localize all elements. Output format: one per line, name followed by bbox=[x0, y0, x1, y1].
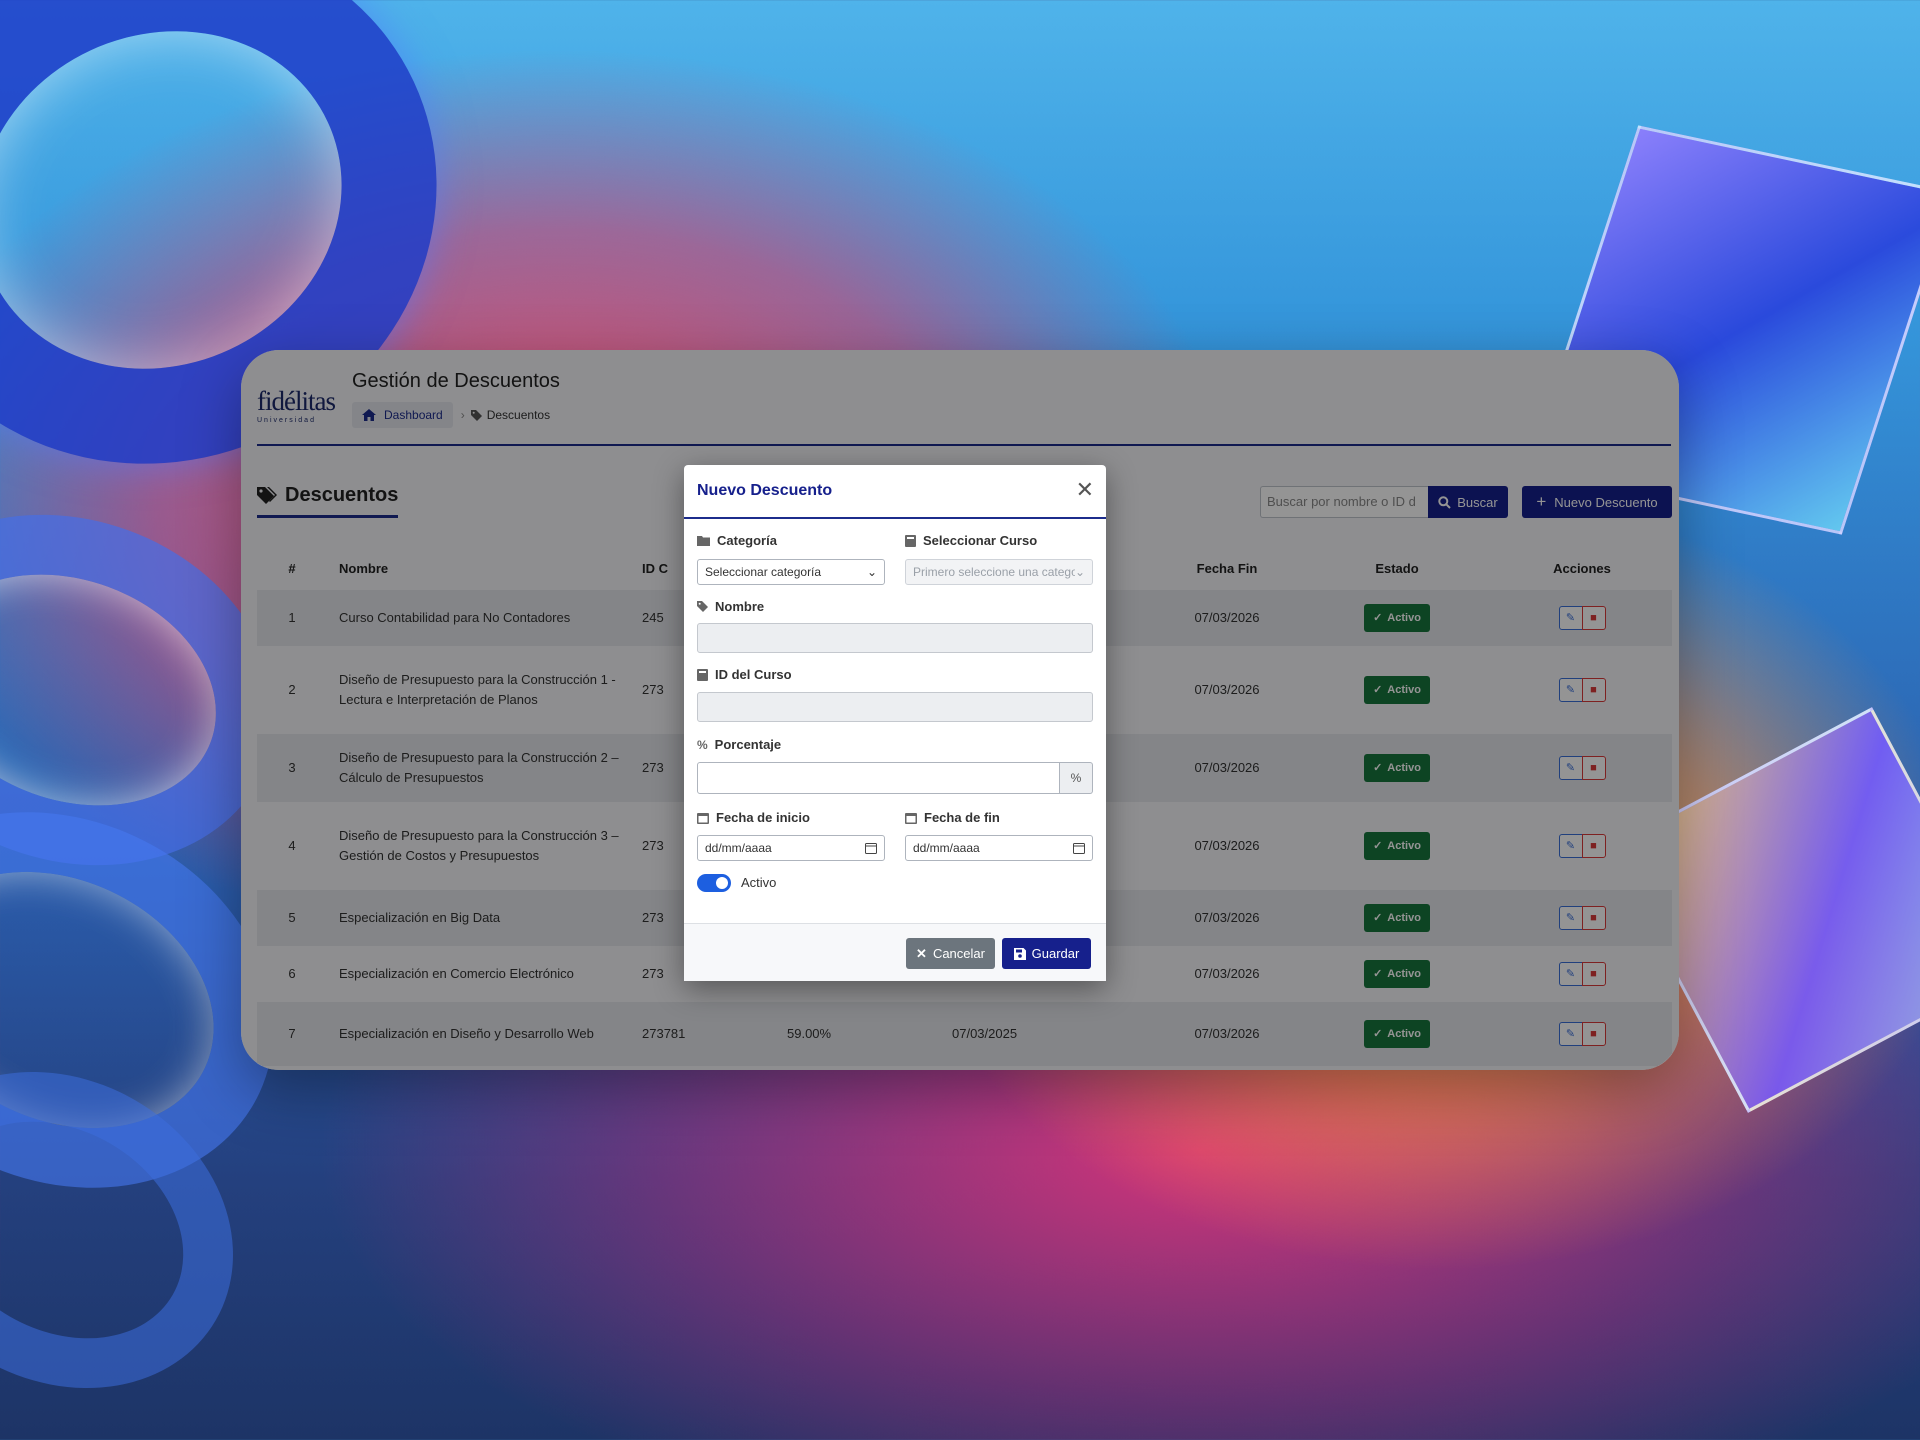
calendar-icon[interactable] bbox=[1073, 842, 1085, 854]
folder-icon bbox=[697, 536, 710, 546]
book-icon bbox=[905, 534, 916, 547]
course-label: Seleccionar Curso bbox=[905, 533, 1037, 548]
save-button-label: Guardar bbox=[1031, 946, 1080, 961]
chevron-down-icon: ⌄ bbox=[866, 565, 877, 579]
course-select-value: Primero seleccione una catego bbox=[913, 565, 1075, 579]
end-date-input[interactable]: dd/mm/aaaa bbox=[905, 835, 1093, 861]
end-date-label: Fecha de fin bbox=[905, 810, 1000, 825]
active-toggle-label: Activo bbox=[741, 875, 777, 890]
tag-icon bbox=[697, 601, 708, 612]
name-field[interactable] bbox=[697, 623, 1093, 653]
course-id-label-text: ID del Curso bbox=[715, 667, 792, 682]
new-discount-modal: Nuevo Descuento ✕ Categoría Seleccionar … bbox=[684, 465, 1106, 981]
percent-field[interactable] bbox=[697, 762, 1060, 794]
close-icon[interactable]: ✕ bbox=[1076, 479, 1094, 501]
active-toggle[interactable] bbox=[697, 874, 731, 892]
save-button[interactable]: Guardar bbox=[1002, 938, 1091, 969]
end-date-value: dd/mm/aaaa bbox=[913, 841, 980, 855]
chevron-down-icon: ⌄ bbox=[1074, 565, 1085, 579]
start-date-input[interactable]: dd/mm/aaaa bbox=[697, 835, 885, 861]
percent-addon: % bbox=[1060, 762, 1093, 794]
percent-icon: % bbox=[697, 737, 708, 752]
category-label: Categoría bbox=[697, 533, 777, 548]
modal-header: Nuevo Descuento ✕ bbox=[684, 465, 1106, 519]
start-date-label: Fecha de inicio bbox=[697, 810, 810, 825]
calendar-icon[interactable] bbox=[865, 842, 877, 854]
category-select-value: Seleccionar categoría bbox=[705, 565, 822, 579]
save-icon bbox=[1013, 947, 1026, 960]
name-label-text: Nombre bbox=[715, 599, 765, 614]
modal-title: Nuevo Descuento bbox=[697, 482, 833, 499]
background-ring-decoration bbox=[0, 1010, 291, 1440]
course-label-text: Seleccionar Curso bbox=[923, 533, 1038, 548]
book-icon bbox=[697, 668, 708, 681]
category-select[interactable]: Seleccionar categoría ⌄ bbox=[697, 559, 885, 585]
cancel-button-label: Cancelar bbox=[932, 946, 985, 961]
course-id-label: ID del Curso bbox=[697, 667, 792, 682]
modal-footer: ✕ Cancelar Guardar bbox=[684, 923, 1106, 981]
course-id-field[interactable] bbox=[697, 692, 1093, 722]
name-label: Nombre bbox=[697, 599, 764, 614]
course-select[interactable]: Primero seleccione una catego ⌄ bbox=[905, 559, 1093, 585]
start-date-value: dd/mm/aaaa bbox=[705, 841, 772, 855]
percent-label: % Porcentaje bbox=[697, 737, 781, 752]
cancel-button[interactable]: ✕ Cancelar bbox=[906, 938, 995, 969]
calendar-icon bbox=[905, 812, 917, 824]
x-icon: ✕ bbox=[916, 945, 927, 961]
calendar-icon bbox=[697, 812, 709, 824]
end-date-label-text: Fecha de fin bbox=[924, 810, 1000, 825]
percent-label-text: Porcentaje bbox=[714, 737, 782, 752]
category-label-text: Categoría bbox=[717, 533, 777, 548]
start-date-label-text: Fecha de inicio bbox=[716, 810, 810, 825]
